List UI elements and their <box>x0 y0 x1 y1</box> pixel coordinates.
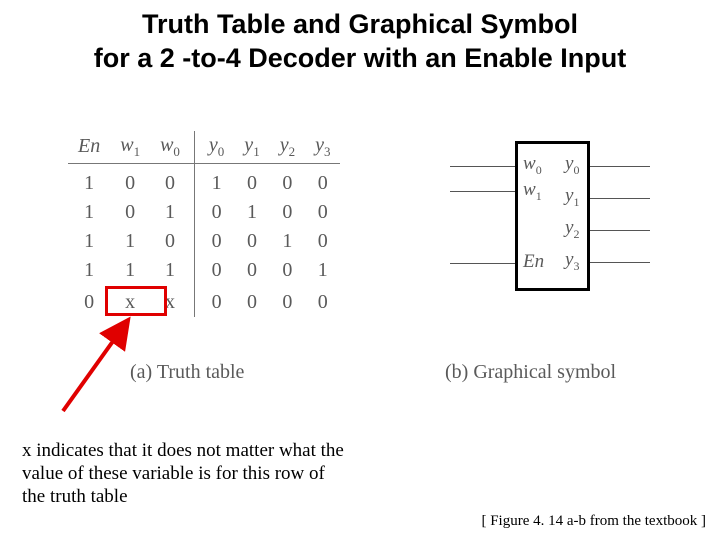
table-row: 0 x x 0 0 0 0 <box>68 285 340 317</box>
col-y2: y2 <box>270 131 305 164</box>
col-y3: y3 <box>305 131 340 164</box>
table-row: 1 1 1 0 0 0 1 <box>68 256 340 285</box>
slide-title: Truth Table and Graphical Symbol for a 2… <box>0 0 720 76</box>
wire-y2 <box>590 230 650 231</box>
table-row: 1 1 0 0 0 1 0 <box>68 227 340 256</box>
wire-w1 <box>450 191 515 192</box>
graphical-symbol: w0 w1 En y0 y1 y2 y3 <box>430 131 680 306</box>
label-y1: y1 <box>565 185 579 210</box>
wire-y3 <box>590 262 650 263</box>
table-row: 1 0 0 1 0 0 0 <box>68 163 340 198</box>
wire-y1 <box>590 198 650 199</box>
wire-y0 <box>590 166 650 167</box>
explanatory-note: x indicates that it does not matter what… <box>22 440 352 508</box>
col-w0: w0 <box>150 131 194 164</box>
col-w1: w1 <box>110 131 150 164</box>
label-w0: w0 <box>523 153 542 178</box>
wire-w0 <box>450 166 515 167</box>
wire-en <box>450 263 515 264</box>
table-row: 1 0 1 0 1 0 0 <box>68 198 340 227</box>
truth-table-grid: En w1 w0 y0 y1 y2 y3 1 0 0 1 0 0 0 <box>68 131 340 317</box>
truth-table: En w1 w0 y0 y1 y2 y3 1 0 0 1 0 0 0 <box>68 131 340 317</box>
label-en: En <box>523 251 544 273</box>
figure-citation: [ Figure 4. 14 a-b from the textbook ] <box>481 513 706 530</box>
label-y3: y3 <box>565 249 579 274</box>
col-y1: y1 <box>234 131 269 164</box>
title-line-1: Truth Table and Graphical Symbol <box>142 9 578 39</box>
col-en: En <box>68 131 110 164</box>
label-y0: y0 <box>565 153 579 178</box>
title-line-2: for a 2 -to-4 Decoder with an Enable Inp… <box>94 43 627 73</box>
caption-symbol: (b) Graphical symbol <box>445 361 616 384</box>
table-header-row: En w1 w0 y0 y1 y2 y3 <box>68 131 340 164</box>
col-y0: y0 <box>194 131 234 164</box>
caption-truth-table: (a) Truth table <box>130 361 244 384</box>
label-w1: w1 <box>523 179 542 204</box>
label-y2: y2 <box>565 217 579 242</box>
